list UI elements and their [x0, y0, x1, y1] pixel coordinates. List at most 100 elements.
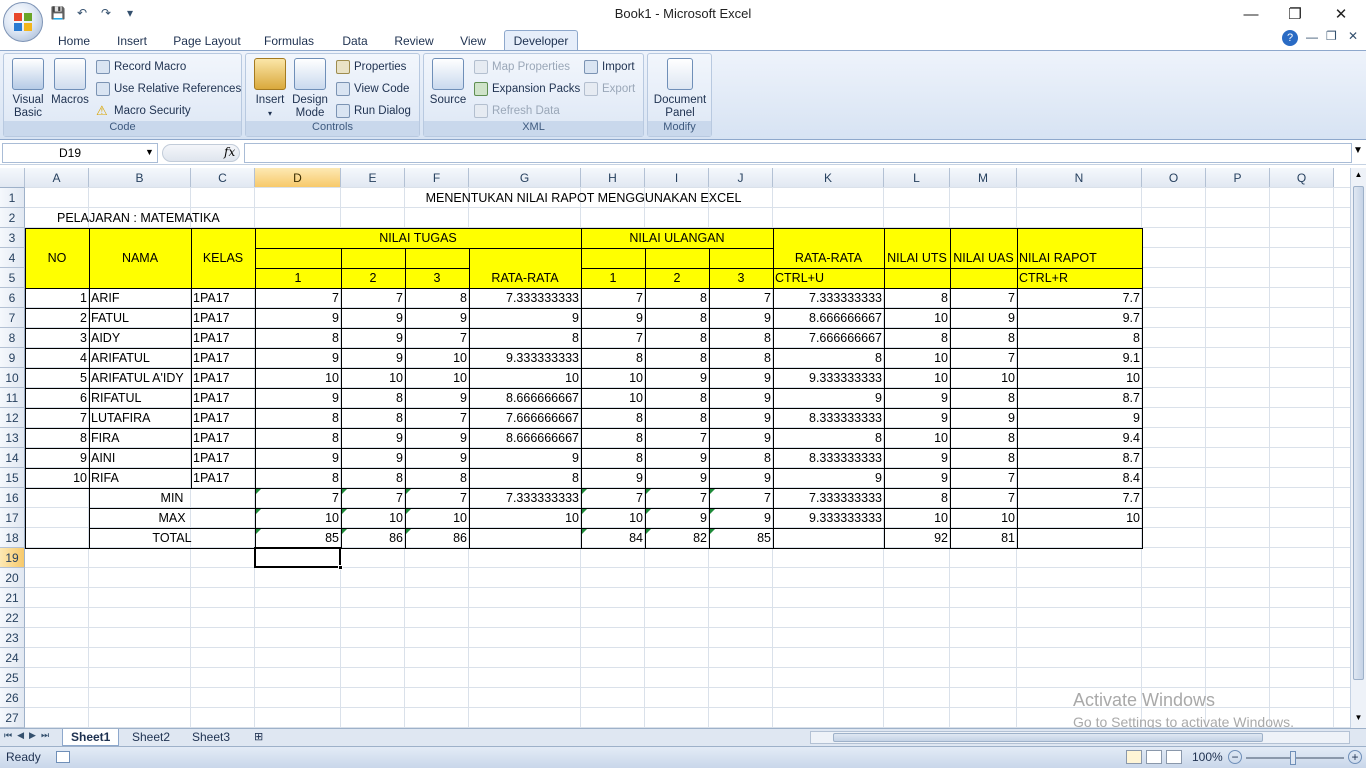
office-button[interactable] [3, 2, 43, 42]
row-header-16[interactable]: 16 [0, 488, 25, 508]
row-header-21[interactable]: 21 [0, 588, 25, 608]
row-header-8[interactable]: 8 [0, 328, 25, 348]
vertical-scroll-thumb[interactable] [1353, 186, 1364, 680]
row-header-19[interactable]: 19 [0, 548, 25, 568]
column-header-o[interactable]: O [1142, 168, 1206, 188]
row-header-14[interactable]: 14 [0, 448, 25, 468]
tab-review[interactable]: Review [388, 31, 440, 51]
tab-page-layout[interactable]: Page Layout [170, 31, 244, 51]
column-header-m[interactable]: M [950, 168, 1017, 188]
row-header-20[interactable]: 20 [0, 568, 25, 588]
name-box[interactable]: D19 [2, 143, 158, 163]
close-button[interactable]: ✕ [1318, 0, 1364, 28]
column-header-h[interactable]: H [581, 168, 645, 188]
zoom-out-icon[interactable]: − [1228, 750, 1242, 764]
vertical-scrollbar[interactable]: ▲ ▼ [1350, 168, 1366, 728]
column-header-q[interactable]: Q [1270, 168, 1334, 188]
view-code-button[interactable]: View Code [336, 80, 409, 98]
restore-button[interactable]: ❐ [1272, 0, 1318, 28]
design-mode-button[interactable]: Design Mode [290, 58, 330, 120]
horizontal-scrollbar[interactable] [810, 731, 1350, 744]
insert-function-icon[interactable]: fx [224, 145, 235, 159]
row-header-26[interactable]: 26 [0, 688, 25, 708]
column-header-d[interactable]: D [255, 168, 341, 188]
row-header-27[interactable]: 27 [0, 708, 25, 728]
macro-security-button[interactable]: ⚠ Macro Security [96, 102, 191, 120]
column-header-e[interactable]: E [341, 168, 405, 188]
expand-formula-bar-icon[interactable]: ▼ [1352, 145, 1364, 161]
column-header-p[interactable]: P [1206, 168, 1270, 188]
zoom-in-icon[interactable]: + [1348, 750, 1362, 764]
import-button[interactable]: Import [584, 58, 635, 76]
row-header-2[interactable]: 2 [0, 208, 25, 228]
zoom-level[interactable]: 100% [1192, 750, 1223, 764]
row-header-4[interactable]: 4 [0, 248, 25, 268]
scroll-down-icon[interactable]: ▼ [1353, 713, 1364, 725]
insert-sheet-icon[interactable]: ⊞ [246, 729, 271, 746]
row-header-25[interactable]: 25 [0, 668, 25, 688]
sheet-tab-sheet3[interactable]: Sheet3 [184, 729, 238, 746]
expansion-packs-button[interactable]: Expansion Packs [474, 80, 580, 98]
row-header-17[interactable]: 17 [0, 508, 25, 528]
minimize-button[interactable]: — [1228, 0, 1274, 28]
tab-data[interactable]: Data [334, 31, 376, 51]
tab-view[interactable]: View [452, 31, 494, 51]
ribbon-minimize-icon[interactable]: — [1306, 30, 1318, 44]
sheet-nav-icons[interactable]: ⏮◀▶⏭ [4, 730, 54, 741]
refresh-data-button[interactable]: Refresh Data [474, 102, 560, 120]
column-header-f[interactable]: F [405, 168, 469, 188]
formula-input[interactable] [244, 143, 1352, 163]
column-header-l[interactable]: L [884, 168, 950, 188]
tab-insert[interactable]: Insert [110, 31, 154, 51]
select-all-corner[interactable] [0, 168, 25, 188]
row-header-18[interactable]: 18 [0, 528, 25, 548]
export-button[interactable]: Export [584, 80, 635, 98]
document-panel-button[interactable]: Document Panel [650, 58, 710, 120]
insert-control-button[interactable]: Insert ▾ [250, 58, 290, 120]
macros-button[interactable]: Macros [50, 58, 90, 107]
row-header-9[interactable]: 9 [0, 348, 25, 368]
row-header-5[interactable]: 5 [0, 268, 25, 288]
normal-view-icon[interactable] [1126, 750, 1142, 764]
column-header-j[interactable]: J [709, 168, 773, 188]
scroll-up-icon[interactable]: ▲ [1353, 170, 1364, 182]
macro-record-status-icon[interactable] [56, 751, 70, 763]
relative-references-button[interactable]: Use Relative References [96, 80, 241, 98]
run-dialog-button[interactable]: Run Dialog [336, 102, 411, 120]
tab-home[interactable]: Home [52, 31, 96, 51]
properties-button[interactable]: Properties [336, 58, 406, 76]
tab-developer[interactable]: Developer [504, 30, 578, 50]
row-header-23[interactable]: 23 [0, 628, 25, 648]
name-box-dropdown-icon[interactable]: ▼ [145, 147, 154, 157]
row-header-11[interactable]: 11 [0, 388, 25, 408]
map-properties-button[interactable]: Map Properties [474, 58, 570, 76]
help-icon[interactable]: ? [1282, 30, 1298, 46]
row-header-22[interactable]: 22 [0, 608, 25, 628]
column-header-n[interactable]: N [1017, 168, 1142, 188]
page-break-view-icon[interactable] [1166, 750, 1182, 764]
row-header-10[interactable]: 10 [0, 368, 25, 388]
record-macro-button[interactable]: Record Macro [96, 58, 186, 76]
visual-basic-button[interactable]: Visual Basic [8, 58, 48, 120]
column-header-i[interactable]: I [645, 168, 709, 188]
page-layout-view-icon[interactable] [1146, 750, 1162, 764]
row-header-24[interactable]: 24 [0, 648, 25, 668]
row-header-3[interactable]: 3 [0, 228, 25, 248]
column-header-c[interactable]: C [191, 168, 255, 188]
column-header-g[interactable]: G [469, 168, 581, 188]
row-header-15[interactable]: 15 [0, 468, 25, 488]
ribbon-restore-icon[interactable]: ❐ [1326, 29, 1337, 43]
sheet-tab-sheet1[interactable]: Sheet1 [62, 729, 120, 746]
row-header-12[interactable]: 12 [0, 408, 25, 428]
column-header-a[interactable]: A [25, 168, 89, 188]
row-header-7[interactable]: 7 [0, 308, 25, 328]
source-button[interactable]: Source [428, 58, 468, 107]
column-header-b[interactable]: B [89, 168, 191, 188]
row-header-13[interactable]: 13 [0, 428, 25, 448]
horizontal-scroll-thumb[interactable] [833, 733, 1263, 742]
sheet-tab-sheet2[interactable]: Sheet2 [124, 729, 178, 746]
fill-handle[interactable] [338, 565, 343, 570]
row-header-1[interactable]: 1 [0, 188, 25, 208]
zoom-slider-thumb[interactable] [1290, 751, 1296, 765]
tab-formulas[interactable]: Formulas [258, 31, 320, 51]
